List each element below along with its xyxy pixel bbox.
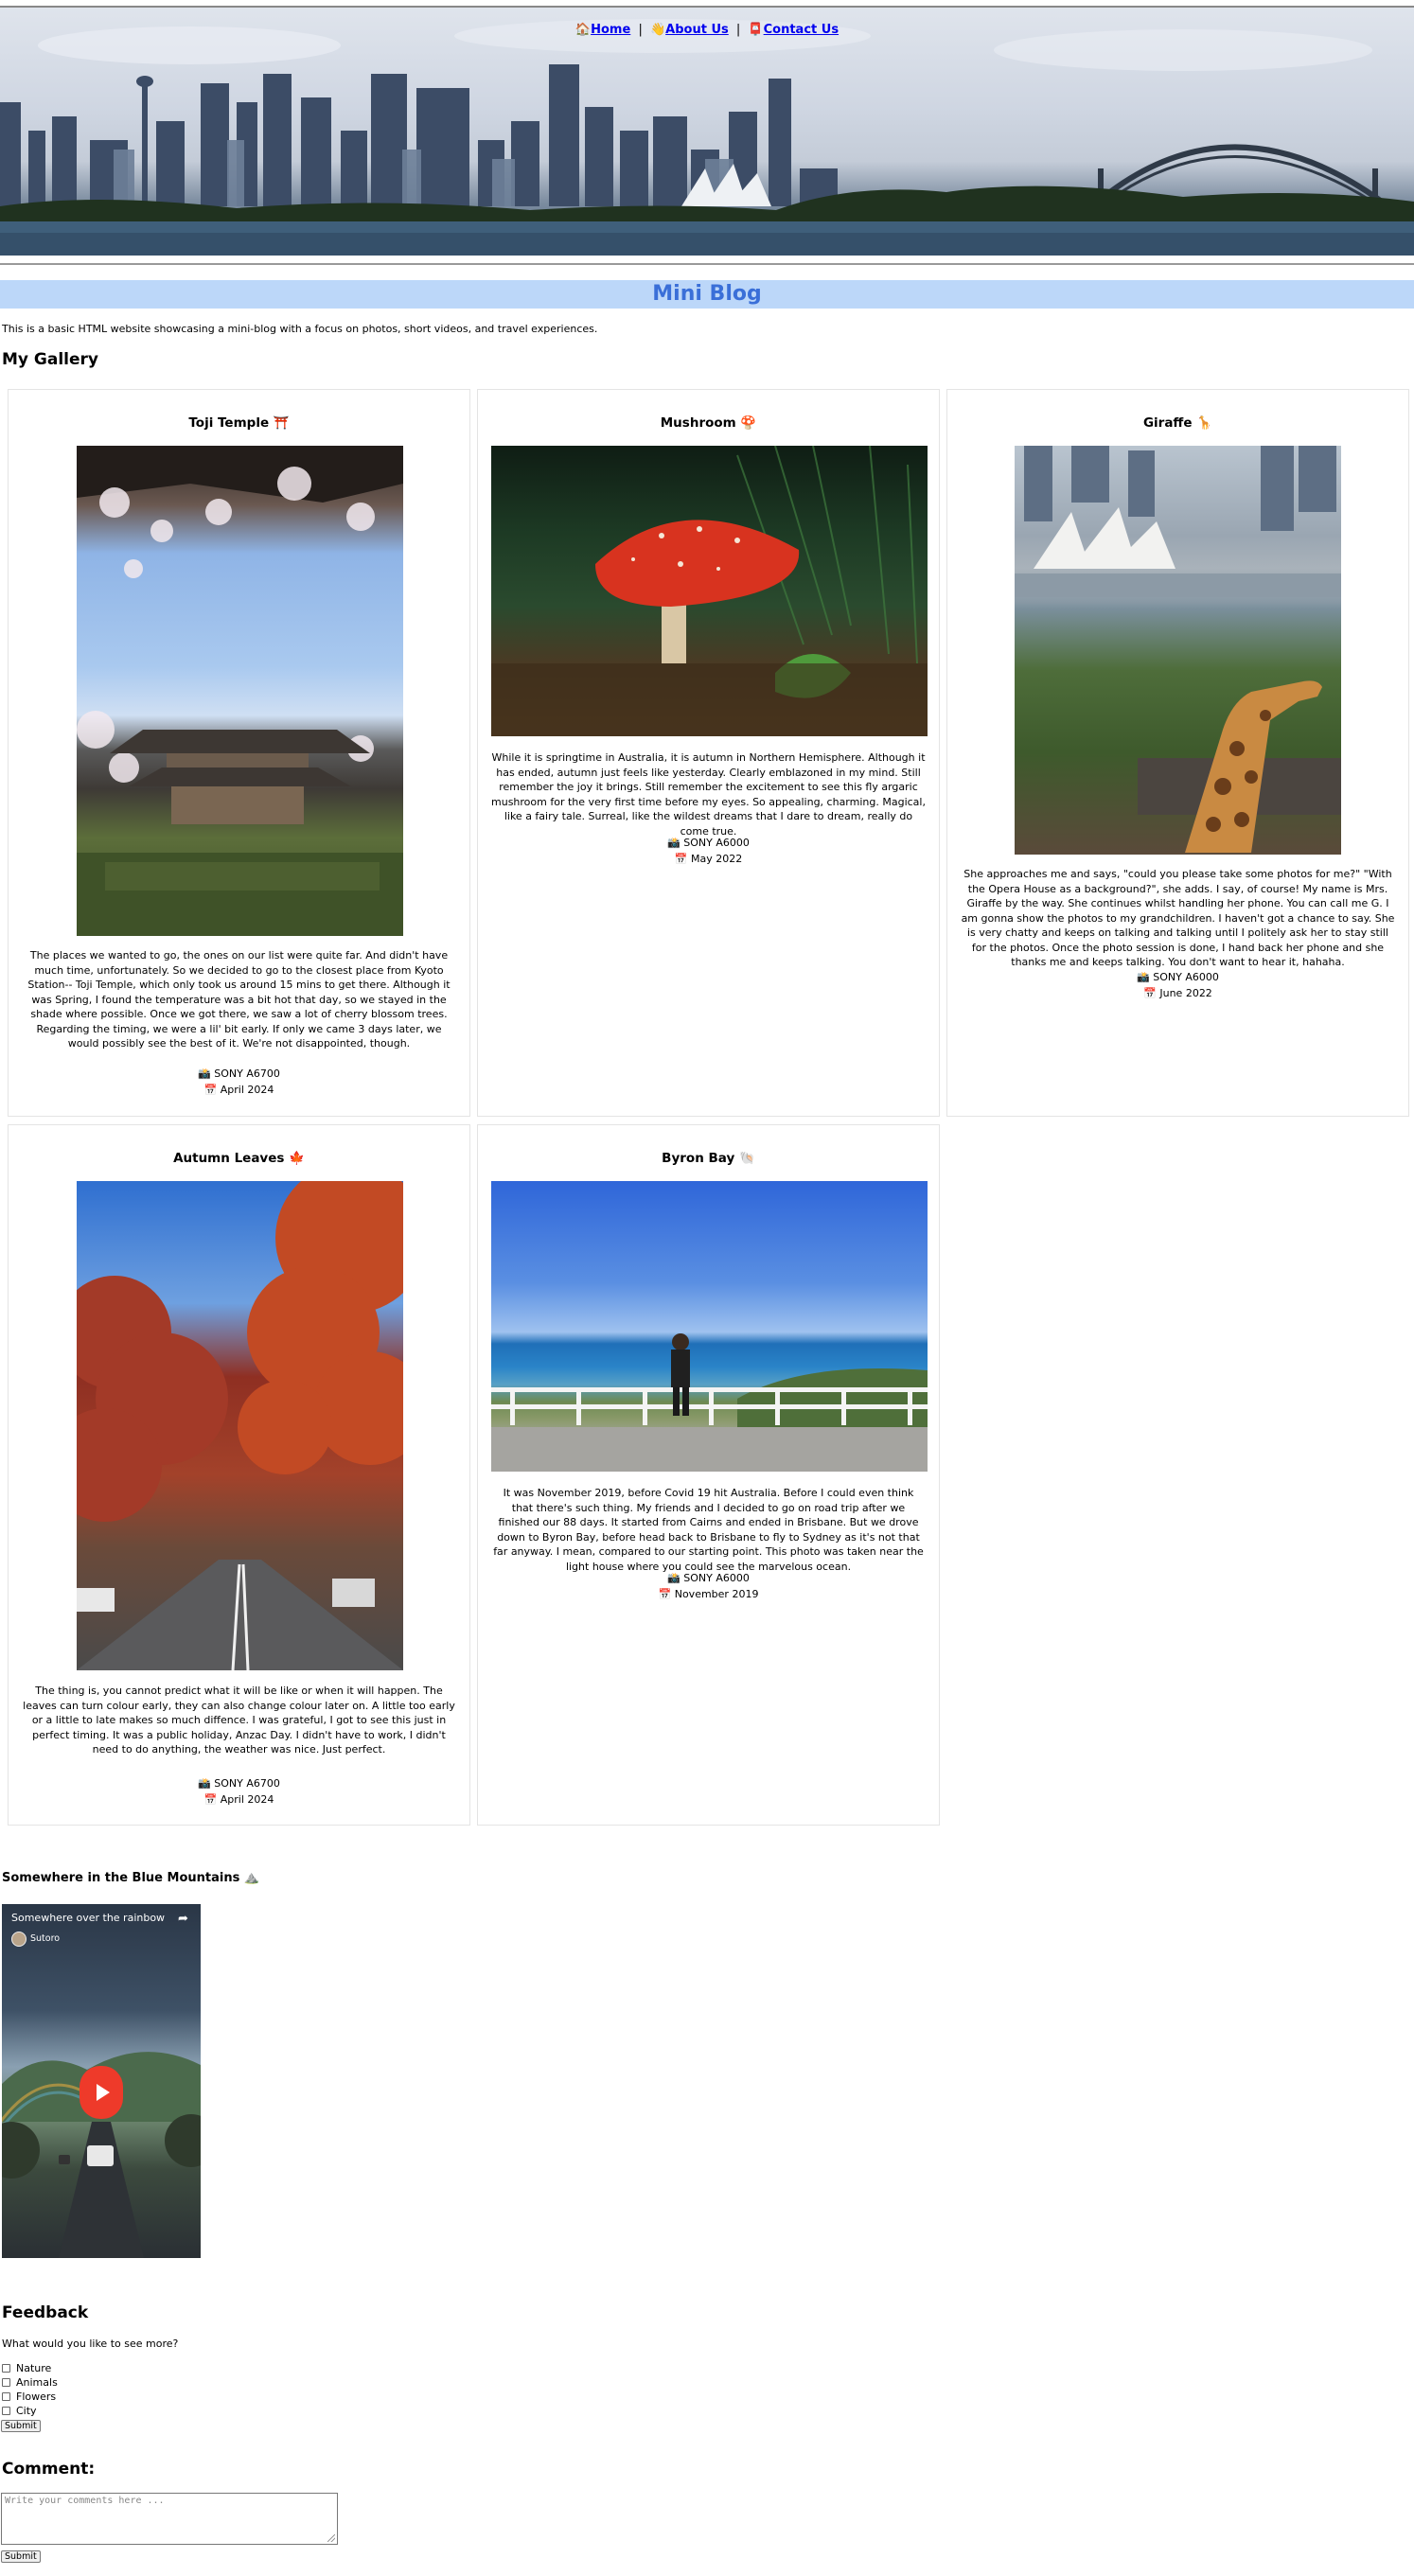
byron-bay-photo[interactable] [491, 1181, 928, 1472]
date-info: 📅 November 2019 [658, 1588, 759, 1600]
flowers-checkbox[interactable] [2, 2392, 10, 2401]
camera-info: 📸 SONY A6700 [198, 1777, 280, 1790]
nav-separator: | [735, 23, 741, 37]
comment-placeholder: Write your comments here ... [5, 2496, 165, 2506]
date-info: 📅 June 2022 [1143, 987, 1212, 999]
autumn-leaves-photo[interactable] [77, 1181, 403, 1670]
feedback-question: What would you like to see more? [2, 2338, 179, 2350]
header-banner-image: 🏠Home | 👋About Us | 📮Contact Us [0, 8, 1414, 256]
camera-info: 📸 SONY A6000 [1137, 971, 1219, 983]
date-info: 📅 April 2024 [203, 1084, 274, 1096]
nav-link-about[interactable]: About Us [665, 23, 729, 37]
option-label: Nature [16, 2362, 52, 2374]
card-title: Autumn Leaves 🍁 [173, 1151, 305, 1166]
gallery-heading: My Gallery [2, 350, 98, 369]
card-title: Giraffe 🦒 [1142, 415, 1213, 431]
nature-checkbox[interactable] [2, 2364, 10, 2373]
option-label: Animals [16, 2376, 58, 2389]
nav-link-home[interactable]: Home [591, 23, 630, 37]
gallery-card-giraffe: Giraffe 🦒 She approaches me and says, "c… [946, 389, 1409, 1117]
embedded-video-player[interactable]: Somewhere over the rainbow Sutoro ➦ [2, 1904, 201, 2258]
option-label: Flowers [16, 2391, 57, 2403]
giraffe-photo[interactable] [1015, 446, 1341, 855]
option-city[interactable]: City [2, 2405, 37, 2417]
play-icon[interactable] [80, 2066, 123, 2119]
camera-info: 📸 SONY A6000 [667, 1572, 750, 1584]
feedback-submit-button[interactable]: Submit [1, 2420, 41, 2432]
nav-separator: | [638, 23, 643, 37]
share-icon[interactable]: ➦ [178, 1912, 188, 1926]
mailbox-icon: 📮 [748, 23, 764, 37]
video-section-heading: Somewhere in the Blue Mountains ⛰️ [2, 1871, 260, 1885]
comment-textarea[interactable]: Write your comments here ... [1, 2493, 338, 2545]
video-title[interactable]: Somewhere over the rainbow [11, 1912, 165, 1924]
resize-handle-icon[interactable] [327, 2534, 335, 2542]
gallery-card-byron-bay: Byron Bay 🐚 It was November 2019, before… [477, 1124, 940, 1826]
option-label: City [16, 2405, 37, 2417]
date-info: 📅 April 2024 [203, 1793, 274, 1806]
option-flowers[interactable]: Flowers [2, 2391, 56, 2403]
gallery-card-mushroom: Mushroom 🍄 While it is springtime in Aus… [477, 389, 940, 1117]
card-title: Toji Temple ⛩️ [188, 415, 290, 431]
mushroom-photo[interactable] [491, 446, 928, 736]
channel-name[interactable]: Sutoro [30, 1933, 60, 1944]
gallery-card-autumn-leaves: Autumn Leaves 🍁 The thing is, you cannot… [8, 1124, 470, 1826]
camera-info: 📸 SONY A6000 [667, 837, 750, 849]
site-title: Mini Blog [0, 280, 1414, 309]
option-nature[interactable]: Nature [2, 2362, 51, 2374]
gallery-card-toji-temple: Toji Temple ⛩️ The places we wanted to g… [8, 389, 470, 1117]
card-title: Mushroom 🍄 [660, 415, 757, 431]
toji-temple-photo[interactable] [77, 446, 403, 936]
intro-text: This is a basic HTML website showcasing … [2, 323, 598, 335]
city-checkbox[interactable] [2, 2407, 10, 2415]
card-description: It was November 2019, before Covid 19 hi… [493, 1487, 924, 1573]
camera-info: 📸 SONY A6700 [198, 1067, 280, 1080]
card-description: She approaches me and says, "could you p… [961, 868, 1395, 968]
header-divider [0, 263, 1414, 265]
option-animals[interactable]: Animals [2, 2376, 58, 2389]
comment-submit-button[interactable]: Submit [1, 2550, 41, 2563]
wave-icon: 👋 [649, 23, 666, 37]
home-icon: 🏠 [574, 23, 592, 37]
top-navigation: 🏠Home | 👋About Us | 📮Contact Us [0, 23, 1414, 37]
channel-avatar[interactable] [11, 1932, 27, 1947]
skyline-illustration [0, 19, 1414, 256]
comment-heading: Comment: [2, 2460, 96, 2479]
nav-link-contact[interactable]: Contact Us [764, 23, 839, 37]
card-description: The thing is, you cannot predict what it… [23, 1685, 455, 1756]
feedback-heading: Feedback [2, 2303, 89, 2322]
card-title: Byron Bay 🐚 [662, 1151, 755, 1166]
card-description: While it is springtime in Australia, it … [491, 751, 926, 838]
animals-checkbox[interactable] [2, 2378, 10, 2387]
card-description: The places we wanted to go, the ones on … [27, 949, 451, 1050]
date-info: 📅 May 2022 [674, 853, 743, 865]
